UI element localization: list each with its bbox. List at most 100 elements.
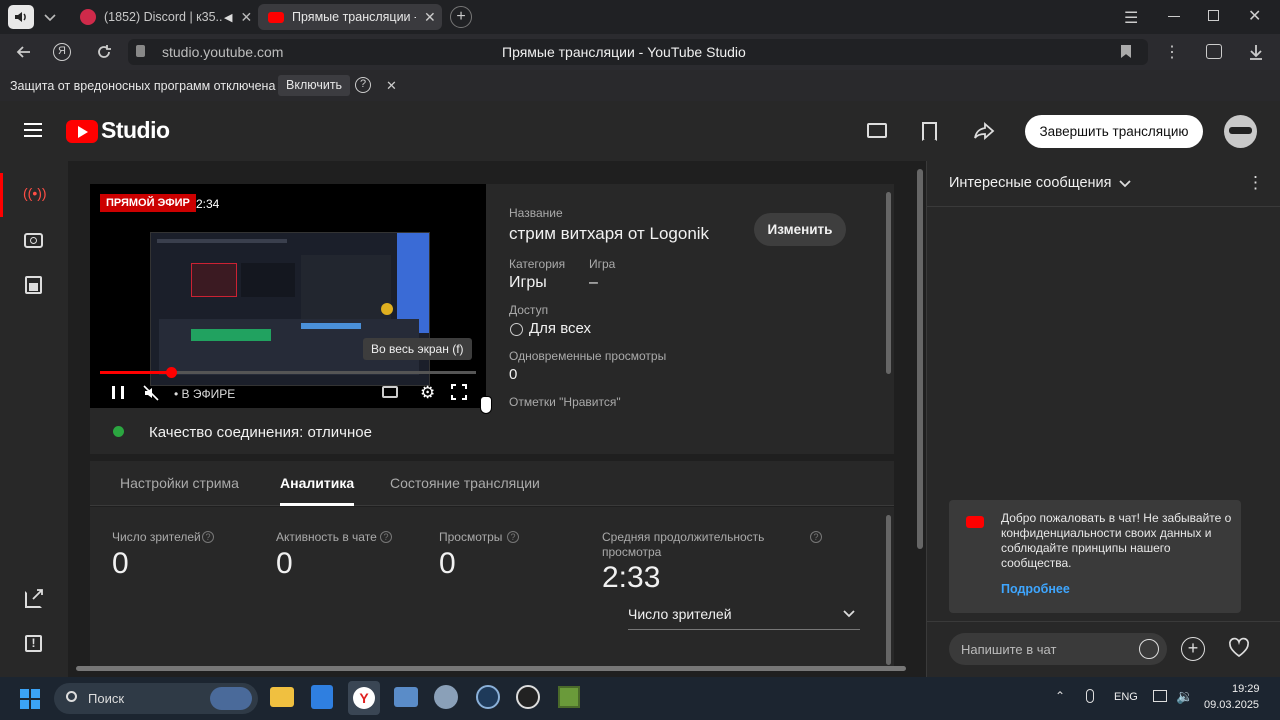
- omnibox[interactable]: studio.youtube.com Прямые трансляции - Y…: [128, 39, 1148, 65]
- chevron-down-icon[interactable]: [40, 9, 60, 25]
- browser-tab-bar: (1852) Discord | к35... ◀ ✕ Прямые транс…: [0, 0, 1280, 34]
- more-icon[interactable]: ⋮: [1164, 42, 1180, 62]
- file-explorer-icon[interactable]: [270, 687, 294, 707]
- hamburger-icon[interactable]: [24, 123, 42, 137]
- tab-discord[interactable]: (1852) Discord | к35... ◀ ✕: [72, 4, 254, 30]
- video-player[interactable]: ПРЯМОЙ ЭФИР 2:34 Во весь экран (f) • В Э…: [90, 184, 486, 408]
- emoji-icon[interactable]: [1139, 639, 1159, 659]
- bookmark-icon[interactable]: [922, 122, 937, 141]
- connection-quality: Качество соединения: отличное: [149, 424, 372, 441]
- camera-icon[interactable]: [24, 233, 43, 248]
- mouse-cursor-icon: [480, 396, 492, 414]
- new-tab-button[interactable]: +: [450, 6, 472, 28]
- progress-bar[interactable]: [100, 367, 476, 378]
- mute-icon[interactable]: [142, 384, 160, 402]
- tab-stream-settings[interactable]: Настройки стрима: [120, 475, 239, 491]
- learn-more-link[interactable]: Подробнее: [1001, 582, 1070, 596]
- bookmark-icon[interactable]: [1121, 45, 1131, 58]
- close-window-icon[interactable]: ✕: [1248, 6, 1261, 26]
- access-value: Для всех: [529, 320, 592, 337]
- welcome-text: Добро пожаловать в чат! Не забывайте о к…: [1001, 511, 1232, 570]
- photos-icon[interactable]: [394, 687, 418, 707]
- category-value: Игры: [509, 274, 547, 291]
- steam-icon[interactable]: [476, 685, 500, 709]
- chat-mode-label[interactable]: Интересные сообщения: [949, 175, 1112, 191]
- progress-handle[interactable]: [166, 367, 177, 378]
- live-icon[interactable]: ((•)): [23, 185, 47, 205]
- stream-title: стрим витхаря от Logonik: [509, 224, 710, 243]
- more-options-icon[interactable]: ⋮: [1247, 173, 1264, 193]
- edit-button[interactable]: Изменить: [754, 213, 846, 246]
- help-icon[interactable]: ?: [355, 77, 371, 93]
- store-icon[interactable]: [311, 685, 333, 709]
- obs-icon[interactable]: [516, 685, 540, 709]
- close-icon[interactable]: ✕: [424, 9, 436, 26]
- clock-date[interactable]: 09.03.2025: [1204, 699, 1259, 711]
- pause-icon[interactable]: [112, 386, 124, 399]
- speaker-icon[interactable]: [8, 5, 34, 29]
- minimize-icon[interactable]: [1168, 16, 1180, 17]
- page-title-text: Прямые трансляции - YouTube Studio: [502, 44, 746, 60]
- main-horizontal-scrollbar[interactable]: [76, 666, 906, 671]
- minecraft-icon[interactable]: [558, 686, 580, 708]
- calendar-icon[interactable]: [25, 276, 42, 294]
- youtube-logo-icon[interactable]: [66, 120, 98, 143]
- tab-live-streams[interactable]: Прямые трансляции - ... ✕: [258, 4, 442, 30]
- help-icon[interactable]: ?: [507, 531, 519, 543]
- feedback-icon[interactable]: !: [25, 635, 42, 652]
- viewers-value: 0: [112, 547, 129, 580]
- likes-label: Отметки "Нравится": [509, 395, 621, 409]
- access-label: Доступ: [509, 303, 549, 317]
- microphone-icon[interactable]: [1086, 689, 1094, 703]
- views-value: 0: [439, 547, 456, 580]
- end-stream-button[interactable]: Завершить трансляцию: [1025, 115, 1203, 148]
- restore-icon[interactable]: [1208, 10, 1219, 21]
- tab-analytics[interactable]: Аналитика: [280, 475, 354, 491]
- enable-button[interactable]: Включить: [278, 75, 351, 96]
- external-link-icon[interactable]: [25, 589, 43, 608]
- chat-input[interactable]: Напишите в чат: [949, 633, 1167, 665]
- help-icon[interactable]: ?: [380, 531, 392, 543]
- windows-start-icon[interactable]: [20, 689, 40, 709]
- category-label: Категория: [509, 257, 566, 271]
- discord-icon: [80, 9, 96, 25]
- chevron-up-icon[interactable]: ⌃: [1055, 689, 1065, 703]
- yandex-icon[interactable]: Я: [53, 43, 71, 61]
- volume-icon[interactable]: 🔉: [1176, 688, 1193, 705]
- menu-icon[interactable]: ☰: [1124, 8, 1138, 28]
- metric-dropdown[interactable]: Число зрителей: [628, 602, 860, 630]
- language-indicator[interactable]: ENG: [1114, 691, 1138, 703]
- gear-icon[interactable]: ⚙: [420, 383, 435, 403]
- taskbar-search[interactable]: Поиск: [54, 683, 258, 714]
- avatar[interactable]: [1224, 115, 1257, 148]
- analytics-scrollbar[interactable]: [886, 515, 891, 665]
- details-scrollbar[interactable]: [886, 192, 891, 374]
- add-icon[interactable]: +: [1181, 637, 1205, 661]
- collections-icon[interactable]: [1206, 44, 1222, 59]
- clock-time[interactable]: 19:29: [1232, 683, 1260, 695]
- help-icon[interactable]: ?: [202, 531, 214, 543]
- fullscreen-icon[interactable]: [451, 384, 467, 400]
- chevron-down-icon[interactable]: [1118, 179, 1132, 189]
- clapperboard-icon[interactable]: [867, 123, 887, 138]
- close-icon[interactable]: ✕: [240, 9, 252, 26]
- download-icon[interactable]: [1247, 42, 1265, 62]
- back-icon[interactable]: [14, 42, 34, 62]
- concurrent-label: Одновременные просмотры: [509, 349, 667, 363]
- subtitles-icon[interactable]: [382, 386, 398, 398]
- game-label: Игра: [589, 257, 616, 271]
- reload-icon[interactable]: [94, 42, 114, 62]
- share-icon[interactable]: [973, 121, 995, 141]
- settings-icon[interactable]: [434, 685, 458, 709]
- warning-bar: Защита от вредоносных программ отключена…: [0, 70, 1280, 101]
- main-vertical-scrollbar[interactable]: [917, 169, 923, 549]
- game-value: –: [589, 274, 598, 291]
- help-icon[interactable]: ?: [810, 531, 822, 543]
- tab-stream-health[interactable]: Состояние трансляции: [390, 475, 540, 491]
- yandex-browser-icon[interactable]: Y: [348, 681, 380, 715]
- elapsed-time: 2:34: [196, 197, 220, 211]
- close-icon[interactable]: ✕: [386, 78, 397, 94]
- live-indicator[interactable]: • В ЭФИРЕ: [174, 387, 235, 401]
- network-icon[interactable]: [1153, 690, 1167, 702]
- heart-icon[interactable]: [1228, 637, 1250, 659]
